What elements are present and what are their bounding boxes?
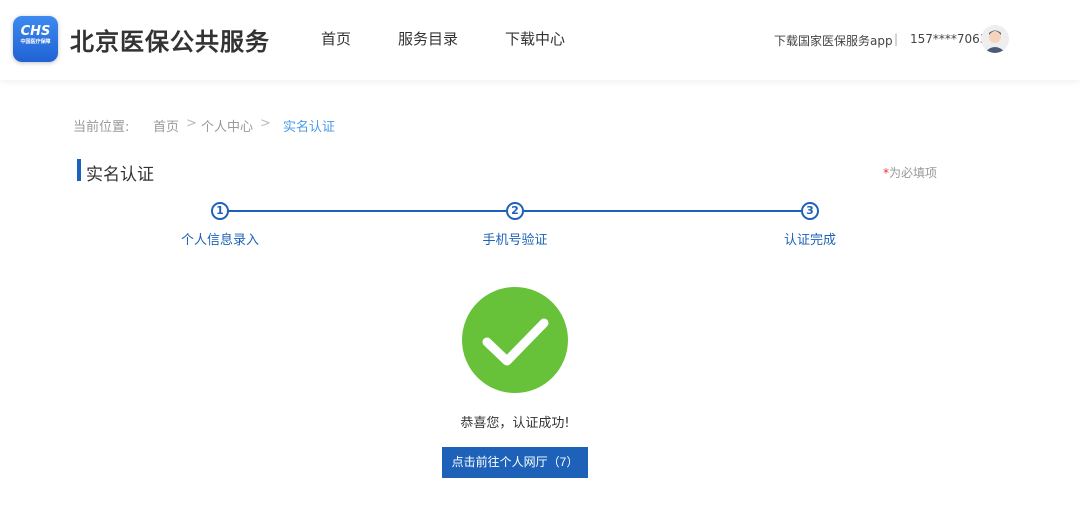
- user-avatar-icon: [984, 30, 1006, 53]
- breadcrumb-label: 当前位置:: [73, 120, 130, 135]
- page-title: 实名认证: [86, 165, 154, 185]
- download-app-link[interactable]: 下载国家医保服务app: [774, 32, 893, 49]
- success-message: 恭喜您，认证成功!: [460, 416, 570, 431]
- chs-logo[interactable]: CHS 中国医疗保障: [13, 16, 58, 62]
- logo-subtext: 中国医疗保障: [20, 39, 51, 45]
- step-2-label: 手机号验证: [482, 233, 548, 248]
- chevron-right-icon: >: [186, 116, 197, 131]
- step-2-circle: 2: [506, 202, 524, 220]
- user-phone[interactable]: 157****7063: [910, 32, 987, 46]
- chevron-right-icon: >: [260, 116, 271, 131]
- avatar[interactable]: [981, 25, 1009, 53]
- success-check-icon: [462, 287, 568, 393]
- title-accent: [77, 159, 81, 181]
- header: CHS 中国医疗保障 北京医保公共服务 首页 服务目录 下载中心 下载国家医保服务…: [0, 0, 1080, 80]
- required-text: 为必填项: [889, 166, 938, 180]
- required-note: *为必填项: [883, 164, 937, 181]
- logo-text: CHS: [20, 24, 51, 39]
- breadcrumb-personal-center[interactable]: 个人中心: [201, 116, 253, 135]
- nav-download-center[interactable]: 下载中心: [505, 28, 565, 49]
- step-1-label: 个人信息录入: [180, 233, 259, 248]
- go-to-personal-hall-button[interactable]: 点击前往个人网厅（7）: [442, 447, 588, 478]
- step-3-label: 认证完成: [783, 233, 836, 248]
- breadcrumb-current: 实名认证: [283, 120, 336, 135]
- step-1-circle: 1: [211, 202, 229, 220]
- nav-home[interactable]: 首页: [321, 28, 351, 49]
- breadcrumb-home[interactable]: 首页: [153, 116, 179, 135]
- site-title: 北京医保公共服务: [70, 28, 270, 56]
- separator: |: [894, 32, 899, 46]
- nav-service-catalog[interactable]: 服务目录: [398, 28, 458, 49]
- step-3-circle: 3: [801, 202, 819, 220]
